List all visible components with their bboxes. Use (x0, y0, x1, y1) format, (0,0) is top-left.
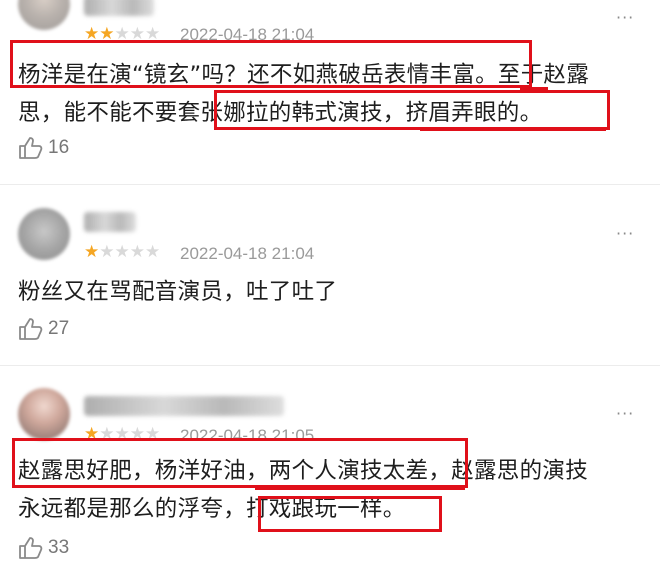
username-blurred[interactable] (84, 0, 154, 16)
star-icon: ★ (145, 242, 161, 262)
divider (0, 184, 660, 185)
star-icon: ★ (114, 242, 130, 262)
like-button[interactable]: 16 (18, 135, 69, 161)
like-button[interactable]: 33 (18, 535, 69, 561)
star-icon: ★ (129, 242, 145, 262)
like-count: 27 (48, 318, 70, 339)
username-blurred[interactable] (84, 396, 284, 416)
highlight-box (258, 496, 442, 532)
star-icon: ★ (84, 242, 100, 262)
more-icon[interactable]: ··· (616, 224, 634, 243)
more-icon[interactable]: ··· (616, 404, 634, 423)
star-icon: ★ (99, 242, 115, 262)
like-count: 16 (48, 137, 70, 158)
avatar[interactable] (18, 388, 70, 440)
highlight-underline (255, 487, 465, 490)
more-icon[interactable]: ··· (616, 8, 634, 27)
highlight-box (214, 90, 610, 130)
like-count: 33 (48, 537, 70, 558)
divider (0, 365, 660, 366)
thumbs-up-icon (19, 537, 43, 559)
comment-date: 2022-04-18 21:04 (180, 244, 315, 263)
avatar[interactable] (18, 208, 70, 260)
avatar[interactable] (18, 0, 70, 30)
highlight-box (10, 40, 532, 88)
highlight-underline (420, 128, 606, 131)
like-button[interactable]: 27 (18, 316, 69, 342)
thumbs-up-icon (19, 137, 43, 159)
username-blurred[interactable] (84, 212, 136, 232)
thumbs-up-icon (19, 318, 43, 340)
rating-stars: ★★★★★ (84, 242, 160, 262)
highlight-box (12, 438, 468, 488)
comment-text-line: 粉丝又在骂配音演员，吐了吐了 (18, 279, 338, 305)
